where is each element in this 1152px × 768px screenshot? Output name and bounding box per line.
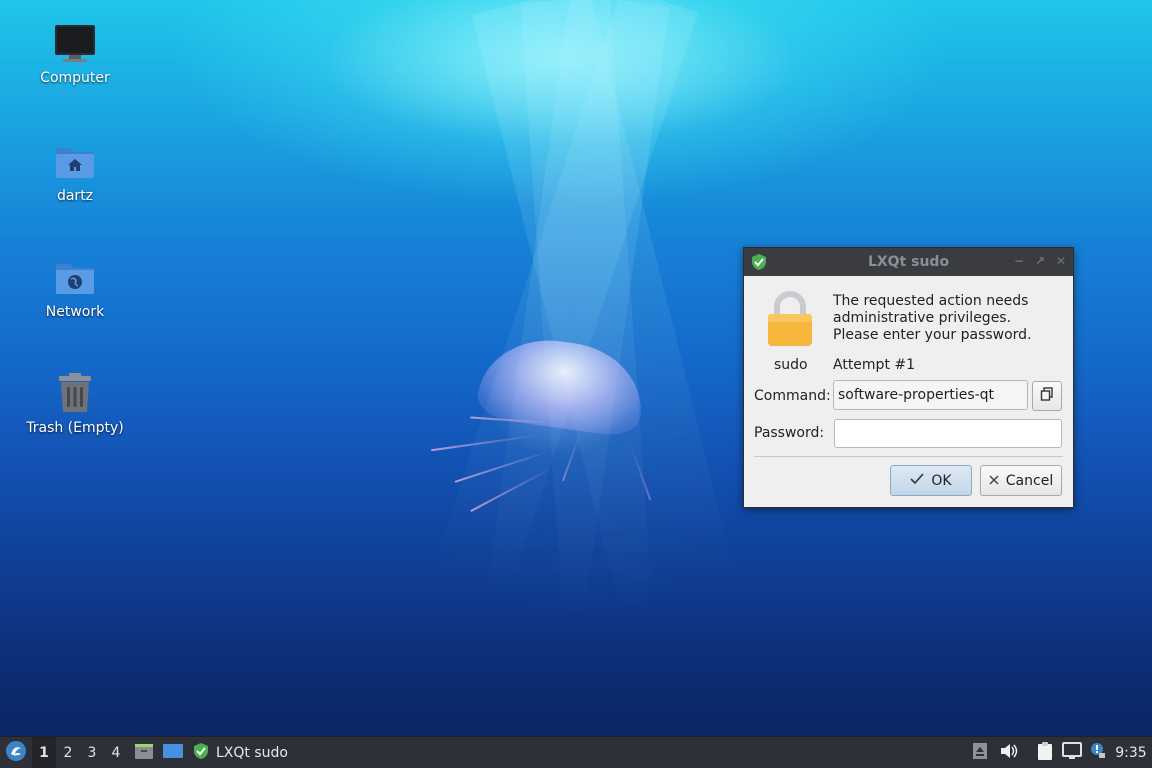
tray-notifications[interactable] — [1088, 737, 1108, 768]
monitor-icon — [53, 22, 97, 66]
task-lxqt-sudo[interactable]: LXQt sudo — [192, 737, 296, 768]
network-icon — [1062, 742, 1082, 764]
copy-command-button[interactable] — [1032, 381, 1062, 411]
close-button[interactable]: ✕ — [1054, 254, 1068, 268]
desktop-icon-home[interactable]: dartz — [20, 140, 130, 204]
home-folder-icon — [53, 140, 97, 184]
eject-icon — [973, 743, 987, 763]
lxqt-menu-icon — [5, 740, 27, 766]
jellyfish-tentacle — [561, 433, 581, 482]
message-line: administrative privileges. — [833, 310, 1012, 326]
clipboard-icon — [1037, 741, 1053, 765]
minimize-button[interactable]: − — [1012, 254, 1026, 268]
padlock-icon — [764, 290, 816, 352]
cancel-button[interactable]: Cancel — [980, 465, 1062, 496]
workspace-4[interactable]: 4 — [104, 737, 128, 768]
trash-icon — [53, 372, 97, 416]
tray-eject[interactable] — [970, 737, 990, 768]
ok-button[interactable]: OK — [890, 465, 972, 496]
ok-label: OK — [931, 472, 952, 489]
file-manager-icon — [134, 741, 154, 765]
desktop-icon-label: Trash (Empty) — [26, 420, 124, 436]
network-folder-icon — [53, 256, 97, 300]
dialog-titlebar[interactable]: LXQt sudo − ↗ ✕ — [744, 248, 1073, 276]
jellyfish-bell — [474, 331, 650, 439]
attempt-label: Attempt #1 — [833, 357, 916, 373]
workspace-2[interactable]: 2 — [56, 737, 80, 768]
dialog-separator — [754, 456, 1063, 457]
start-menu-button[interactable] — [2, 737, 30, 768]
sudo-dialog: LXQt sudo − ↗ ✕ sudo The requested actio… — [743, 247, 1074, 508]
tray-clipboard[interactable] — [1034, 737, 1056, 768]
dialog-message: The requested action needs administrativ… — [833, 293, 1032, 344]
jellyfish-tentacle — [629, 443, 652, 501]
notification-icon — [1090, 742, 1106, 764]
message-line: Please enter your password. — [833, 327, 1032, 343]
task-label: LXQt sudo — [216, 745, 288, 761]
workspace-3[interactable]: 3 — [80, 737, 104, 768]
maximize-button[interactable]: ↗ — [1033, 254, 1047, 268]
shield-check-icon — [192, 742, 210, 764]
lock-caption: sudo — [774, 357, 808, 373]
clock[interactable]: 9:35 — [1112, 737, 1150, 768]
jellyfish-tentacle — [470, 468, 551, 513]
checkmark-icon — [910, 472, 924, 489]
desktop-icon-label: dartz — [56, 188, 94, 204]
jellyfish-tentacle — [430, 434, 541, 452]
file-manager-launcher[interactable] — [132, 737, 156, 768]
desktop-icon-label: Network — [45, 304, 105, 320]
password-input[interactable] — [834, 419, 1062, 448]
command-field[interactable]: software-properties-qt — [833, 380, 1028, 410]
tray-volume[interactable] — [998, 737, 1020, 768]
volume-icon — [1000, 743, 1018, 763]
cancel-label: Cancel — [1005, 472, 1054, 489]
desktop-icon-label: Computer — [40, 70, 110, 86]
show-desktop-launcher[interactable] — [160, 737, 186, 768]
command-label: Command: — [754, 388, 831, 404]
copy-icon — [1040, 387, 1054, 405]
tray-network[interactable] — [1060, 737, 1084, 768]
password-label: Password: — [754, 425, 825, 441]
wallpaper-jellyfish — [420, 331, 680, 518]
jellyfish-tentacle — [454, 450, 551, 483]
workspace-1[interactable]: 1 — [32, 737, 56, 768]
cancel-x-icon — [989, 473, 999, 489]
show-desktop-icon — [162, 742, 184, 764]
desktop-icon-computer[interactable]: Computer — [20, 22, 130, 86]
taskbar: 1 2 3 4 LXQt sudo 9:35 — [0, 736, 1152, 768]
desktop-icon-network[interactable]: Network — [20, 256, 130, 320]
message-line: The requested action needs — [833, 293, 1029, 309]
desktop-icon-trash[interactable]: Trash (Empty) — [20, 372, 130, 436]
